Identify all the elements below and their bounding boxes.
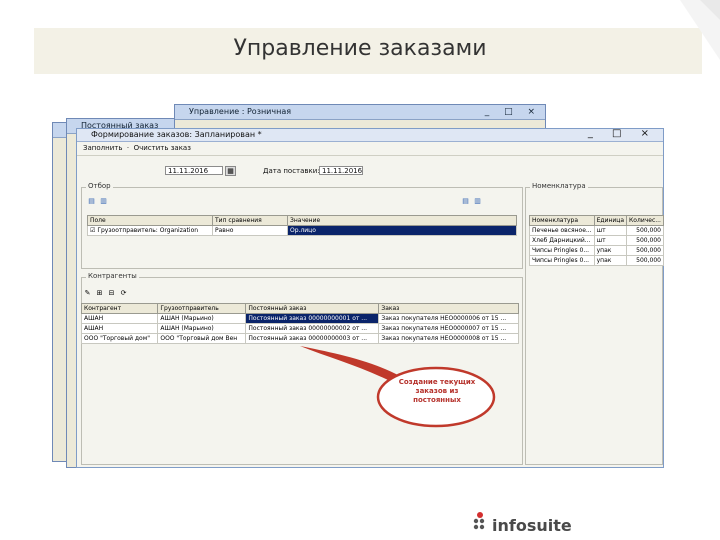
nom-cell[interactable]: шт	[593, 235, 628, 246]
filter-add-icon[interactable]: ▤	[87, 197, 96, 205]
contractors-table[interactable]: Контрагент Грузоотправитель Постоянный з…	[80, 303, 519, 344]
table-row[interactable]: ООО "Торговый дом" ООО "Торговый дом Вен П…	[80, 333, 519, 344]
filter-col-compare[interactable]: Тип сравнения	[212, 215, 288, 226]
delete-icon[interactable]: ⊟	[107, 289, 116, 297]
corner-decoration	[680, 0, 720, 60]
nomenclature-group-caption: Номенклатура	[530, 182, 588, 190]
nom-cell[interactable]: 500,000	[626, 255, 664, 266]
nomenclature-table[interactable]: Номенклатура Единица Количес... Печенье …	[529, 215, 664, 266]
nom-cell[interactable]: Чипсы Pringles 0...	[529, 255, 595, 266]
filter-right-add-icon[interactable]: ▤	[461, 197, 470, 205]
nom-cell[interactable]: шт	[593, 225, 628, 236]
main-window[interactable]: Формирование заказов: Запланирован * _ □…	[76, 128, 664, 468]
filter-right-remove-icon[interactable]: ▥	[473, 197, 482, 205]
contr-cell[interactable]: Постоянный заказ 00000000001 от ...	[245, 313, 380, 324]
contr-cell[interactable]: Постоянный заказ 00000000003 от ...	[245, 333, 380, 344]
back-window-manager-title: Управление : Розничная	[189, 107, 292, 116]
table-row[interactable]: АШАН АШАН (Марьино) Постоянный заказ 00000…	[80, 313, 519, 324]
main-window-title: Формирование заказов: Запланирован *	[91, 130, 262, 139]
table-row[interactable]: АШАН АШАН (Марьино) Постоянный заказ 00000…	[80, 323, 519, 334]
filter-cell-compare[interactable]: Равно	[212, 225, 288, 236]
contr-col-order[interactable]: Заказ	[378, 303, 519, 314]
filter-col-value[interactable]: Значение	[287, 215, 517, 226]
nom-cell[interactable]: Печенье овсяное...	[529, 225, 595, 236]
contr-cell[interactable]: Заказ покупателя НЕО0000008 от 15 ...	[378, 333, 519, 344]
nom-cell[interactable]: Чипсы Pringles 0...	[529, 245, 595, 256]
contr-cell[interactable]: ООО "Торговый дом"	[80, 333, 159, 344]
filter-group-caption: Отбор	[86, 182, 113, 190]
refresh-icon[interactable]: ⟳	[119, 289, 128, 297]
filter-cell-value[interactable]: Ор.лицо	[287, 225, 517, 236]
filter-col-field[interactable]: Поле	[87, 215, 213, 226]
nom-col-unit[interactable]: Единица	[593, 215, 628, 226]
filter-remove-icon[interactable]: ▥	[99, 197, 108, 205]
nom-cell[interactable]: 500,000	[626, 235, 664, 246]
delivery-date-input[interactable]: 11.11.2016	[319, 166, 363, 175]
back-window-title: Управление : Розничная _ □ ×	[175, 105, 545, 120]
contr-col-constant[interactable]: Постоянный заказ	[245, 303, 380, 314]
contr-cell[interactable]: АШАН	[80, 313, 159, 324]
contr-cell[interactable]: Заказ покупателя НЕО0000007 от 15 ...	[378, 323, 519, 334]
table-row[interactable]: Чипсы Pringles 0... упак 500,000	[529, 245, 664, 256]
calendar-icon[interactable]: ▦	[225, 166, 236, 176]
table-row[interactable]: Хлеб Дарницкий... шт 500,000	[529, 235, 664, 246]
infosuite-logo-icon	[473, 512, 485, 530]
table-row[interactable]: Чипсы Pringles 0... упак 500,000	[529, 255, 664, 266]
main-window-titlebar[interactable]: Формирование заказов: Запланирован * _ □…	[77, 128, 663, 142]
nom-cell[interactable]: 500,000	[626, 225, 664, 236]
contr-cell[interactable]: АШАН	[80, 323, 159, 334]
window-controls[interactable]: _ □ ×	[485, 105, 541, 119]
nom-cell[interactable]: 500,000	[626, 245, 664, 256]
filter-cell-field[interactable]: ☑ Грузоотправитель: Organization	[87, 225, 213, 236]
main-toolbar: Заполнить · Очистить заказ	[77, 142, 663, 156]
nom-cell[interactable]: Хлеб Дарницкий...	[529, 235, 595, 246]
checkbox-icon[interactable]: ☑	[90, 227, 95, 234]
slide-title: Управление заказами	[233, 36, 487, 61]
contractors-group-caption: Контрагенты	[86, 272, 139, 280]
main-window-controls[interactable]: _ □ ×	[588, 128, 657, 140]
table-row[interactable]: Печенье овсяное... шт 500,000	[529, 225, 664, 236]
nom-cell[interactable]: упак	[593, 245, 628, 256]
clear-order-button[interactable]: Очистить заказ	[134, 144, 191, 152]
nom-col-name[interactable]: Номенклатура	[529, 215, 595, 226]
table-row[interactable]: ☑ Грузоотправитель: Organization Равно О…	[87, 225, 517, 236]
filter-table[interactable]: Поле Тип сравнения Значение ☑ Грузоотпра…	[87, 215, 517, 236]
contr-cell[interactable]: Постоянный заказ 00000000002 от ...	[245, 323, 380, 334]
contr-cell[interactable]: Заказ покупателя НЕО0000006 от 15 ...	[378, 313, 519, 324]
date-input[interactable]: 11.11.2016	[165, 166, 223, 175]
contr-col-shipper[interactable]: Грузоотправитель	[157, 303, 247, 314]
nom-cell[interactable]: упак	[593, 255, 628, 266]
callout-text: Создание текущих заказов из постоянных	[398, 378, 476, 404]
contr-cell[interactable]: ООО "Торговый дом Вен	[157, 333, 247, 344]
delivery-date-label: Дата поставки:	[263, 167, 320, 175]
add-icon[interactable]: ⊞	[95, 289, 104, 297]
fill-button[interactable]: Заполнить	[83, 144, 122, 152]
nom-col-qty[interactable]: Количес...	[626, 215, 664, 226]
contr-col-counterparty[interactable]: Контрагент	[80, 303, 159, 314]
contr-cell[interactable]: АШАН (Марьино)	[157, 323, 247, 334]
infosuite-logo: infosuite	[492, 516, 572, 535]
edit-icon[interactable]: ✎	[83, 289, 92, 297]
filter-field-text: Грузоотправитель: Organization	[97, 227, 199, 234]
contr-cell[interactable]: АШАН (Марьино)	[157, 313, 247, 324]
